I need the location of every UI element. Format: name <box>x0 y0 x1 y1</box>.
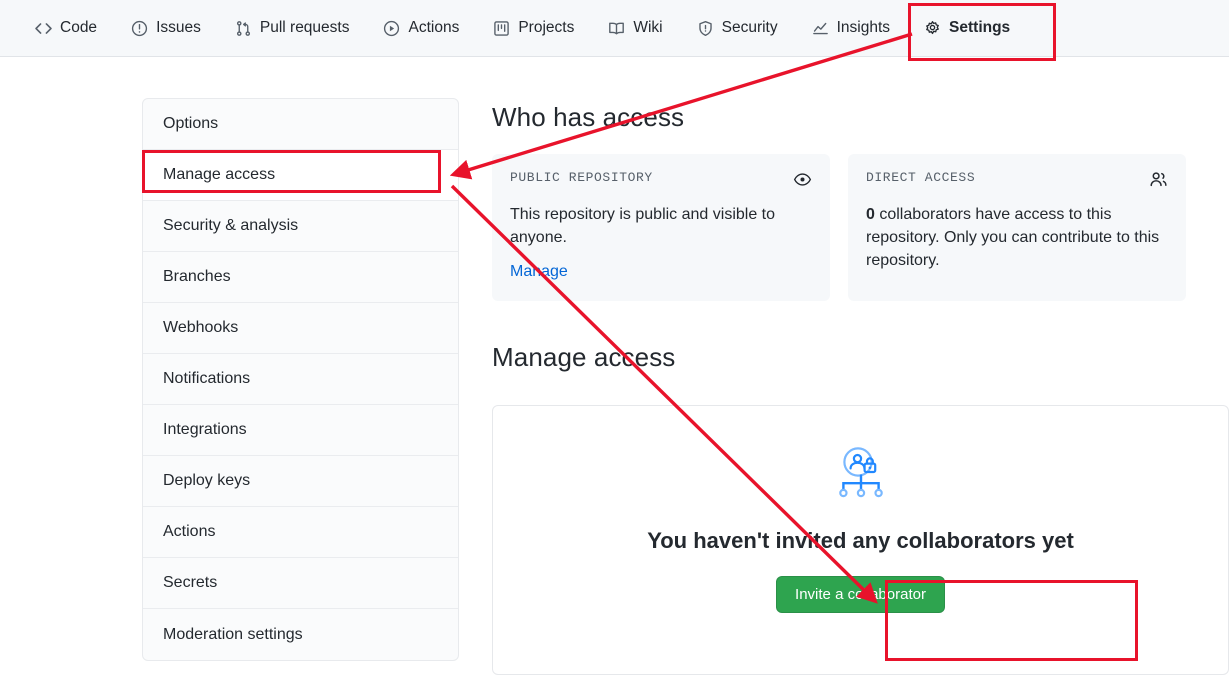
card-label: DIRECT ACCESS <box>866 170 976 185</box>
nav-tab-label: Actions <box>408 19 460 36</box>
invite-collaborator-button[interactable]: Invite a collaborator <box>776 576 945 613</box>
sidebar-item-label: Integrations <box>163 421 247 438</box>
sidebar-item-label: Actions <box>163 523 216 540</box>
nav-tab-label: Wiki <box>633 19 663 36</box>
sidebar-item-label: Notifications <box>163 370 251 387</box>
nav-tab-issues[interactable]: Issues <box>114 0 218 56</box>
git-pull-request-icon <box>235 20 252 37</box>
nav-tab-label: Pull requests <box>259 19 350 36</box>
eye-icon <box>793 170 812 189</box>
who-has-access-heading: Who has access <box>492 102 685 132</box>
shield-icon <box>697 20 714 37</box>
gear-icon <box>924 20 941 37</box>
play-icon <box>383 20 400 37</box>
nav-tab-label: Insights <box>836 19 891 36</box>
sidebar-item-label: Options <box>163 115 219 132</box>
manage-access-heading: Manage access <box>492 342 676 372</box>
direct-access-card: DIRECT ACCESS 0 collaborators have acces… <box>848 154 1186 302</box>
nav-tab-projects[interactable]: Projects <box>476 0 591 56</box>
empty-state-title: You haven't invited any collaborators ye… <box>647 528 1074 553</box>
sidebar-item-manage-access[interactable]: Manage access <box>143 150 458 201</box>
manage-link[interactable]: Manage <box>510 263 568 281</box>
settings-page: Options Manage access Security & analysi… <box>0 57 1229 675</box>
sidebar-item-webhooks[interactable]: Webhooks <box>143 303 458 354</box>
nav-tab-label: Settings <box>949 19 1011 36</box>
nav-tab-label: Issues <box>156 19 201 36</box>
sidebar-item-branches[interactable]: Branches <box>143 252 458 303</box>
sidebar-item-label: Secrets <box>163 574 218 591</box>
card-header: PUBLIC REPOSITORY <box>510 170 812 189</box>
sidebar-item-label: Moderation settings <box>163 625 303 643</box>
sidebar-item-label: Deploy keys <box>163 472 251 489</box>
sidebar-item-label: Webhooks <box>163 319 239 336</box>
manage-access-panel: You haven't invited any collaborators ye… <box>492 405 1229 675</box>
nav-tab-label: Projects <box>518 19 575 36</box>
book-icon <box>608 20 625 37</box>
nav-tab-label: Code <box>60 19 98 36</box>
sidebar-item-moderation-settings[interactable]: Moderation settings <box>143 609 458 660</box>
issue-opened-icon <box>131 20 148 37</box>
nav-tab-wiki[interactable]: Wiki <box>591 0 679 56</box>
nav-tab-actions[interactable]: Actions <box>366 0 476 56</box>
nav-tab-settings[interactable]: Settings <box>907 0 1027 56</box>
sidebar-item-label: Branches <box>163 268 231 285</box>
nav-tab-pull-requests[interactable]: Pull requests <box>218 0 367 56</box>
sidebar-item-deploy-keys[interactable]: Deploy keys <box>143 456 458 507</box>
repo-nav: Code Issues Pull requests Actions Projec… <box>0 0 1229 57</box>
card-header: DIRECT ACCESS <box>866 170 1168 189</box>
collaborator-text: collaborators have access to this reposi… <box>866 206 1160 270</box>
sidebar-item-label: Manage access <box>163 166 276 183</box>
sidebar-item-notifications[interactable]: Notifications <box>143 354 458 405</box>
settings-sidebar: Options Manage access Security & analysi… <box>142 98 459 661</box>
nav-tab-insights[interactable]: Insights <box>795 0 907 56</box>
public-repository-card: PUBLIC REPOSITORY This repository is pub… <box>492 154 830 302</box>
sidebar-item-security-analysis[interactable]: Security & analysis <box>143 201 458 252</box>
sidebar-item-actions[interactable]: Actions <box>143 507 458 558</box>
nav-tab-code[interactable]: Code <box>18 0 114 56</box>
nav-tab-label: Security <box>721 19 778 36</box>
repo-nav-items: Code Issues Pull requests Actions Projec… <box>0 0 1229 56</box>
sidebar-item-integrations[interactable]: Integrations <box>143 405 458 456</box>
project-icon <box>493 20 510 37</box>
card-description: This repository is public and visible to… <box>510 206 776 247</box>
collaborators-lock-icon <box>828 444 894 510</box>
card-label: PUBLIC REPOSITORY <box>510 170 653 185</box>
sidebar-item-options[interactable]: Options <box>143 99 458 150</box>
nav-tab-security[interactable]: Security <box>680 0 795 56</box>
sidebar-item-secrets[interactable]: Secrets <box>143 558 458 609</box>
card-description: 0 collaborators have access to this repo… <box>866 203 1168 273</box>
graph-icon <box>812 20 829 37</box>
people-icon <box>1149 170 1168 189</box>
sidebar-item-label: Security & analysis <box>163 217 299 234</box>
empty-state: You haven't invited any collaborators ye… <box>493 406 1228 613</box>
access-cards: PUBLIC REPOSITORY This repository is pub… <box>492 154 1186 302</box>
collaborator-count: 0 <box>866 206 875 223</box>
code-icon <box>35 20 52 37</box>
